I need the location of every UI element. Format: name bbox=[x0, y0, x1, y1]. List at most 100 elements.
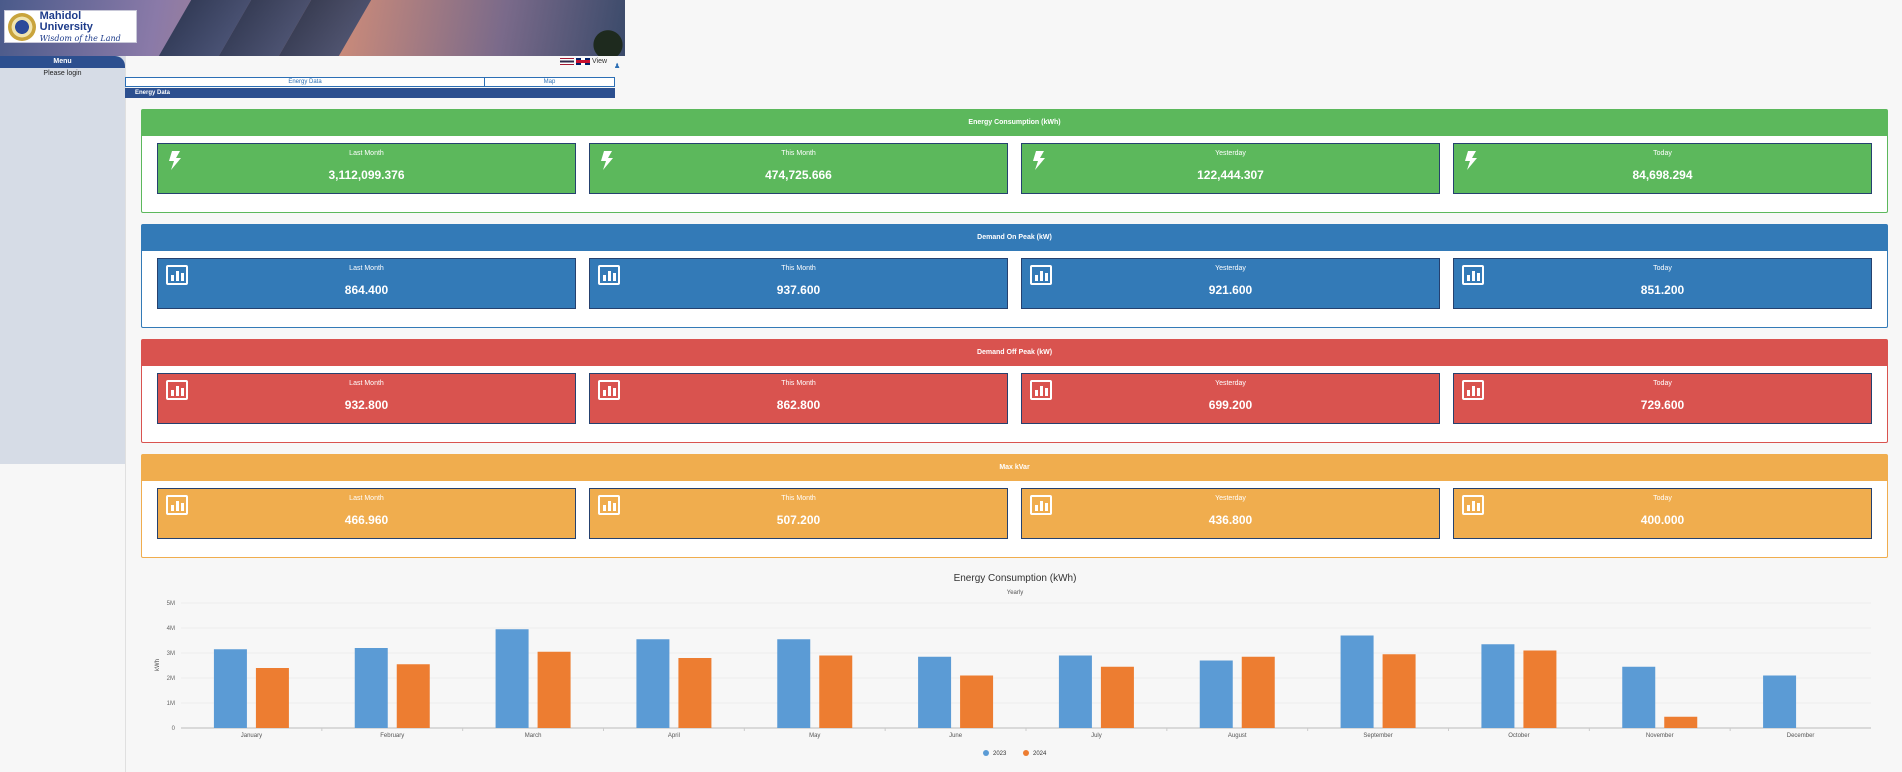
x-tick-label: May bbox=[809, 733, 820, 739]
stat-card-yesterday: Yesterday 122,444.307 bbox=[1021, 143, 1440, 194]
stat-value: 474,725.666 bbox=[765, 168, 832, 182]
bar-2024-march bbox=[537, 651, 571, 728]
stat-card-this-month: This Month 937.600 bbox=[589, 258, 1008, 309]
stat-label: Yesterday bbox=[1215, 380, 1246, 387]
energy-chart-svg: Energy Consumption (kWh) Yearly kWh 0 1M 2… bbox=[155, 573, 1871, 757]
y-tick-label: 4M bbox=[167, 626, 175, 632]
bar-2023-june bbox=[918, 656, 952, 728]
panel-title: Demand Off Peak (kW) bbox=[142, 340, 1887, 366]
bar-2023-august bbox=[1199, 660, 1233, 728]
legend-label: 2023 bbox=[993, 751, 1007, 757]
tab-map[interactable]: Map bbox=[485, 78, 614, 86]
stat-label: Today bbox=[1653, 495, 1672, 502]
stat-card-today: Today 84,698.294 bbox=[1453, 143, 1872, 194]
view-link[interactable]: View bbox=[592, 58, 607, 65]
x-tick-label: June bbox=[949, 733, 963, 739]
x-tick-label: July bbox=[1091, 733, 1102, 739]
stat-card-last-month: Last Month 932.800 bbox=[157, 373, 576, 424]
sidebar-divider bbox=[125, 56, 126, 772]
x-tick-label: February bbox=[380, 733, 404, 739]
header-banner: Mahidol University Wisdom of the Land bbox=[0, 0, 625, 56]
bar-2023-july bbox=[1058, 655, 1092, 728]
breadcrumb: Energy Data bbox=[125, 88, 615, 98]
stat-value: 84,698.294 bbox=[1632, 168, 1693, 182]
x-tick-label: April bbox=[668, 733, 680, 739]
y-tick-label: 1M bbox=[167, 701, 175, 707]
bar-2024-july bbox=[1100, 666, 1134, 728]
x-tick-label: March bbox=[525, 733, 542, 739]
bar-2024-august bbox=[1241, 656, 1275, 728]
stat-label: This Month bbox=[781, 380, 816, 387]
stat-card-yesterday: Yesterday 921.600 bbox=[1021, 258, 1440, 309]
bar-2023-february bbox=[354, 648, 388, 728]
stat-label: Last Month bbox=[349, 380, 384, 387]
chart-y-axis-label: kWh bbox=[155, 659, 161, 671]
thai-flag-icon[interactable] bbox=[560, 58, 574, 65]
legend-marker bbox=[983, 750, 989, 756]
bar-2024-september bbox=[1382, 654, 1416, 728]
stat-label: Today bbox=[1653, 150, 1672, 157]
stat-card-this-month: This Month 474,725.666 bbox=[589, 143, 1008, 194]
bar-2024-january bbox=[255, 668, 289, 728]
bar-2023-april bbox=[636, 639, 670, 728]
tab-energy-data[interactable]: Energy Data bbox=[126, 78, 485, 86]
logo-title: Mahidol University bbox=[39, 9, 93, 33]
stat-value: 729.600 bbox=[1640, 398, 1685, 412]
stat-label: This Month bbox=[781, 495, 816, 502]
bar-2024-june bbox=[960, 675, 994, 728]
stat-value: 3,112,099.376 bbox=[328, 168, 405, 182]
language-switcher: View bbox=[560, 58, 607, 65]
y-tick-label: 2M bbox=[167, 676, 175, 682]
stat-label: This Month bbox=[781, 150, 816, 157]
bar-2023-november bbox=[1622, 666, 1656, 728]
x-tick-label: October bbox=[1508, 733, 1529, 739]
stat-label: Last Month bbox=[349, 265, 384, 272]
bar-2023-december bbox=[1763, 675, 1797, 728]
user-icon[interactable]: ♟ bbox=[614, 62, 620, 70]
bar-2024-november bbox=[1664, 716, 1698, 728]
bar-2024-april bbox=[678, 658, 712, 728]
chart-subtitle: Yearly bbox=[1007, 590, 1023, 596]
stat-label: This Month bbox=[781, 265, 816, 272]
x-tick-label: December bbox=[1787, 733, 1815, 739]
bar-2023-january bbox=[213, 649, 247, 728]
login-link[interactable]: Please login bbox=[0, 70, 125, 77]
university-logo[interactable]: Mahidol University Wisdom of the Land bbox=[4, 10, 137, 43]
stat-card-yesterday: Yesterday 699.200 bbox=[1021, 373, 1440, 424]
stat-value: 862.800 bbox=[776, 398, 821, 412]
y-tick-label: 0 bbox=[172, 726, 176, 732]
stat-card-last-month: Last Month 864.400 bbox=[157, 258, 576, 309]
bar-2023-may bbox=[777, 639, 811, 728]
bar-2024-october bbox=[1523, 650, 1557, 728]
sidebar: Menu Please login bbox=[0, 56, 125, 464]
y-tick-label: 5M bbox=[167, 601, 175, 607]
panel-title: Energy Consumption (kWh) bbox=[142, 110, 1887, 136]
stat-value: 932.800 bbox=[344, 398, 389, 412]
stat-card-yesterday: Yesterday 436.800 bbox=[1021, 488, 1440, 539]
stat-value: 466.960 bbox=[344, 513, 389, 527]
bar-2024-may bbox=[819, 655, 853, 728]
x-tick-label: September bbox=[1363, 733, 1392, 739]
uk-flag-icon[interactable] bbox=[576, 58, 590, 65]
stat-card-last-month: Last Month 466.960 bbox=[157, 488, 576, 539]
stat-card-today: Today 400.000 bbox=[1453, 488, 1872, 539]
stat-label: Yesterday bbox=[1215, 150, 1246, 157]
demand-on-peak-panel: Demand On Peak (kW) Last Month 864.400 T… bbox=[141, 224, 1888, 328]
bar-2023-october bbox=[1481, 644, 1515, 728]
stat-value: 851.200 bbox=[1640, 283, 1685, 297]
stat-value: 921.600 bbox=[1208, 283, 1253, 297]
stat-label: Last Month bbox=[349, 495, 384, 502]
legend-marker bbox=[1023, 750, 1029, 756]
stat-value: 122,444.307 bbox=[1197, 168, 1264, 182]
stat-card-this-month: This Month 507.200 bbox=[589, 488, 1008, 539]
panel-title: Demand On Peak (kW) bbox=[142, 225, 1887, 251]
bar-2024-february bbox=[396, 664, 430, 728]
energy-consumption-panel: Energy Consumption (kWh) Last Month 3,11… bbox=[141, 109, 1888, 213]
stat-value: 937.600 bbox=[776, 283, 821, 297]
bar-2023-march bbox=[495, 629, 529, 728]
y-tick-label: 3M bbox=[167, 651, 175, 657]
stat-card-this-month: This Month 862.800 bbox=[589, 373, 1008, 424]
stat-value: 436.800 bbox=[1208, 513, 1253, 527]
stat-value: 507.200 bbox=[776, 513, 821, 527]
stat-value: 699.200 bbox=[1208, 398, 1253, 412]
